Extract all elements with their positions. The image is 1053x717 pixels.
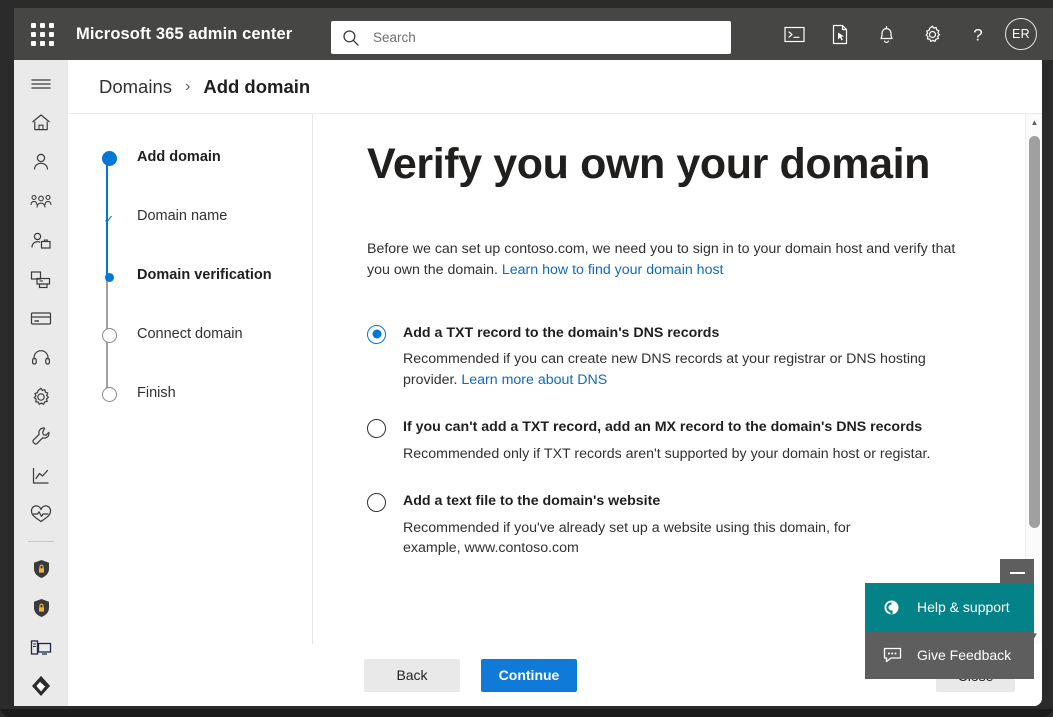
sidebar-item-billing[interactable]: [14, 299, 68, 338]
breadcrumb: Domains › Add domain: [68, 60, 1042, 114]
step-marker-filled: [99, 150, 119, 166]
sidebar-item-azure-ad[interactable]: [14, 667, 68, 706]
help-row-label: Give Feedback: [917, 647, 1011, 663]
sidebar-item-compliance[interactable]: [14, 588, 68, 627]
option-description: Recommended only if TXT records aren't s…: [403, 444, 930, 465]
option-label: Add a text file to the domain's website: [403, 492, 903, 510]
sidebar-item-groups[interactable]: [14, 182, 68, 221]
breadcrumb-separator: ›: [185, 78, 190, 96]
breadcrumb-parent[interactable]: Domains: [99, 76, 172, 98]
wizard-step-domain-name[interactable]: ✓ Domain name: [99, 209, 312, 268]
back-button[interactable]: Back: [364, 659, 460, 692]
scrollbar-thumb[interactable]: [1029, 136, 1040, 528]
wizard-step-add-domain[interactable]: Add domain: [99, 150, 312, 209]
svg-text:?: ?: [973, 25, 982, 44]
step-marker-empty: [99, 386, 119, 402]
sidebar-item-settings[interactable]: [14, 378, 68, 417]
main-content: Verify you own your domain Before we can…: [313, 114, 1042, 644]
option-description: Recommended if you can create new DNS re…: [403, 349, 943, 390]
avatar[interactable]: ER: [1005, 18, 1037, 50]
sidebar-item-roles[interactable]: [14, 221, 68, 260]
sidebar-item-home[interactable]: [14, 103, 68, 142]
window-bottom-edge: [0, 709, 1053, 717]
step-label: Domain name: [137, 209, 227, 225]
search-input[interactable]: [373, 30, 721, 45]
breadcrumb-current: Add domain: [203, 76, 310, 98]
wizard-step-connect-domain[interactable]: Connect domain: [99, 327, 312, 386]
wizard-step-finish[interactable]: Finish: [99, 386, 312, 445]
sidebar-item-support[interactable]: [14, 338, 68, 377]
header-icon-group: ? ER: [771, 8, 1047, 60]
scroll-up-icon[interactable]: ▲: [1026, 114, 1043, 131]
option-description: Recommended if you've already set up a w…: [403, 518, 903, 559]
help-and-support-button[interactable]: Help & support: [865, 583, 1034, 631]
brand-title: Microsoft 365 admin center: [76, 25, 292, 44]
wizard-step-domain-verification[interactable]: Domain verification: [99, 268, 312, 327]
body-area: Add domain ✓ Domain name Domain verifica…: [68, 114, 1042, 644]
diagnostics-icon[interactable]: [817, 11, 863, 57]
gear-icon[interactable]: [909, 11, 955, 57]
step-connector: [106, 335, 108, 393]
top-header-bar: Microsoft 365 admin center: [14, 8, 1053, 60]
console-icon[interactable]: [771, 11, 817, 57]
find-domain-host-link[interactable]: Learn how to find your domain host: [502, 262, 724, 278]
wizard-steps: Add domain ✓ Domain name Domain verifica…: [68, 114, 313, 644]
sidebar-item-health[interactable]: [14, 495, 68, 534]
option-mx-record[interactable]: If you can't add a TXT record, add an MX…: [367, 418, 1002, 464]
search-icon: [341, 28, 361, 48]
step-check-icon: ✓: [99, 209, 119, 226]
bell-icon[interactable]: [863, 11, 909, 57]
feedback-icon: [883, 647, 905, 663]
sidebar-item-reports[interactable]: [14, 456, 68, 495]
app-launcher-icon[interactable]: [22, 14, 62, 54]
verification-options: Add a TXT record to the domain's DNS rec…: [367, 324, 1002, 559]
learn-more-dns-link[interactable]: Learn more about DNS: [461, 372, 607, 388]
option-text-file[interactable]: Add a text file to the domain's website …: [367, 492, 1002, 559]
step-label: Connect domain: [137, 327, 243, 343]
sidebar-item-security[interactable]: [14, 549, 68, 588]
help-icon[interactable]: ?: [955, 11, 1001, 57]
step-label: Add domain: [137, 150, 221, 166]
sidebar-item-endpoint-manager[interactable]: [14, 628, 68, 667]
help-flyout: Help & support Give Feedback: [865, 583, 1034, 679]
step-label: Finish: [137, 386, 176, 402]
sidebar-item-resources[interactable]: [14, 260, 68, 299]
page-title: Verify you own your domain: [367, 142, 1002, 187]
radio-text-file[interactable]: [367, 493, 386, 512]
left-nav-rail: [14, 60, 68, 706]
sidebar-item-setup[interactable]: [14, 417, 68, 456]
option-txt-record[interactable]: Add a TXT record to the domain's DNS rec…: [367, 324, 1002, 391]
option-label: Add a TXT record to the domain's DNS rec…: [403, 324, 943, 342]
nav-divider: [28, 541, 54, 542]
step-label: Domain verification: [137, 268, 272, 284]
option-label: If you can't add a TXT record, add an MX…: [403, 418, 930, 436]
headset-icon: [883, 599, 905, 616]
step-marker-active: [99, 268, 119, 282]
search-box[interactable]: [331, 21, 731, 54]
radio-txt-record[interactable]: [367, 325, 386, 344]
continue-button[interactable]: Continue: [481, 659, 577, 692]
radio-mx-record[interactable]: [367, 419, 386, 438]
app-window: Microsoft 365 admin center: [0, 0, 1053, 717]
step-connector: [106, 276, 108, 334]
step-marker-empty: [99, 327, 119, 343]
help-row-label: Help & support: [917, 599, 1010, 615]
page-description: Before we can set up contoso.com, we nee…: [367, 239, 957, 282]
hamburger-menu-icon[interactable]: [14, 64, 68, 103]
sidebar-item-users[interactable]: [14, 142, 68, 181]
give-feedback-button[interactable]: Give Feedback: [865, 631, 1034, 679]
